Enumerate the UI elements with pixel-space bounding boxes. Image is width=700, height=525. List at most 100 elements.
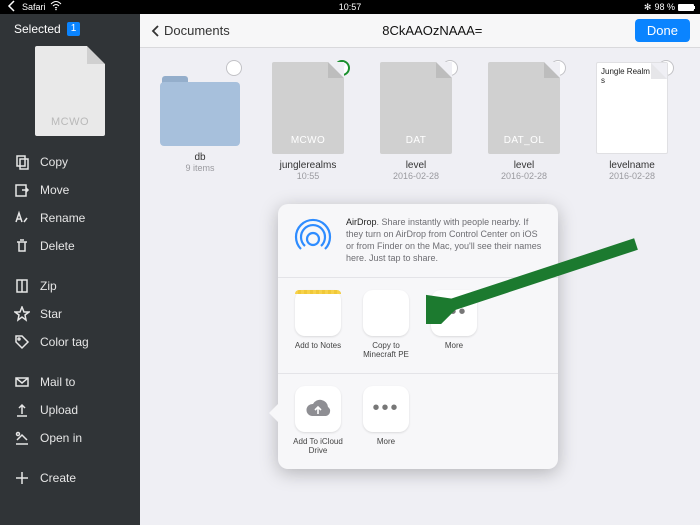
upload-icon: [14, 402, 30, 418]
share-app-more[interactable]: ••• More: [426, 290, 482, 359]
app-label: More: [377, 437, 395, 446]
file-name: level: [480, 160, 568, 171]
menu-colortag-label: Color tag: [40, 335, 89, 349]
menu-move-label: Move: [40, 183, 69, 197]
menu-openin-label: Open in: [40, 431, 82, 445]
file-sub: 2016-02-28: [609, 171, 655, 181]
file-icon: MCWO: [272, 62, 344, 154]
thumbnail-ext: MCWO: [51, 116, 89, 128]
file-ext: DAT_OL: [504, 135, 545, 146]
file-grid: db 9 items MCWO junglerealms 10:55 DAT l…: [140, 48, 700, 195]
share-action-more[interactable]: ••• More: [358, 386, 414, 455]
menu-colortag[interactable]: Color tag: [0, 328, 140, 356]
text-preview: Jungle Realms: [601, 67, 653, 85]
file-item[interactable]: DAT level 2016-02-28: [372, 62, 460, 181]
move-icon: [14, 182, 30, 198]
menu-copy-label: Copy: [40, 155, 68, 169]
share-action-icloud[interactable]: Add To iCloud Drive: [290, 386, 346, 455]
app-label: Copy to Minecraft PE: [358, 341, 414, 359]
mail-icon: [14, 374, 30, 390]
star-icon: [14, 306, 30, 322]
rename-icon: [14, 210, 30, 226]
share-sheet: AirDrop. Share instantly with people nea…: [278, 204, 558, 469]
menu-openin[interactable]: Open in: [0, 424, 140, 452]
share-app-row: Add to Notes Copy to Minecraft PE ••• Mo…: [278, 278, 558, 374]
menu-move[interactable]: Move: [0, 176, 140, 204]
share-app-minecraft[interactable]: Copy to Minecraft PE: [358, 290, 414, 359]
menu-separator: [0, 452, 140, 464]
file-item[interactable]: DAT_OL level 2016-02-28: [480, 62, 568, 181]
share-app-notes[interactable]: Add to Notes: [290, 290, 346, 359]
airdrop-icon: [290, 216, 336, 262]
file-item[interactable]: Jungle Realms levelname 2016-02-28: [588, 62, 676, 181]
done-button[interactable]: Done: [635, 19, 690, 42]
bluetooth-icon: ✻: [644, 2, 652, 13]
selected-label: Selected: [14, 22, 61, 36]
menu-star[interactable]: Star: [0, 300, 140, 328]
menu-create-label: Create: [40, 471, 76, 485]
notes-icon: [295, 290, 341, 336]
file-item[interactable]: MCWO junglerealms 10:55: [264, 62, 352, 181]
selected-count-badge: 1: [67, 22, 81, 36]
toolbar: Documents 8CkAAOzNAAA= Done: [140, 14, 700, 48]
file-name: db: [156, 152, 244, 163]
file-name: levelname: [588, 160, 676, 171]
menu-rename[interactable]: Rename: [0, 204, 140, 232]
file-name: junglerealms: [264, 160, 352, 171]
file-ext: DAT: [406, 135, 426, 146]
menu-zip[interactable]: Zip: [0, 272, 140, 300]
file-sub: 9 items: [185, 163, 214, 173]
menu-zip-label: Zip: [40, 279, 57, 293]
file-sub: 2016-02-28: [393, 171, 439, 181]
menu-rename-label: Rename: [40, 211, 85, 225]
airdrop-section[interactable]: AirDrop. Share instantly with people nea…: [278, 204, 558, 278]
folder-title: 8CkAAOzNAAA=: [230, 23, 635, 38]
app-label: More: [445, 341, 463, 350]
back-button[interactable]: Documents: [150, 23, 230, 38]
zip-icon: [14, 278, 30, 294]
chevron-left-icon: [150, 25, 162, 37]
action-menu: Copy Move Rename Delete Zip Star: [0, 144, 140, 496]
file-sub: 10:55: [297, 171, 320, 181]
folder-icon: [160, 76, 240, 146]
menu-mailto-label: Mail to: [40, 375, 75, 389]
menu-delete[interactable]: Delete: [0, 232, 140, 260]
share-action-row: Add To iCloud Drive ••• More: [278, 374, 558, 469]
tag-icon: [14, 334, 30, 350]
file-icon: DAT_OL: [488, 62, 560, 154]
icloud-icon: [295, 386, 341, 432]
file-icon: DAT: [380, 62, 452, 154]
menu-delete-label: Delete: [40, 239, 75, 253]
menu-separator: [0, 356, 140, 368]
minecraft-icon: [363, 290, 409, 336]
menu-copy[interactable]: Copy: [0, 148, 140, 176]
menu-upload-label: Upload: [40, 403, 78, 417]
file-item-folder[interactable]: db 9 items: [156, 62, 244, 181]
menu-create[interactable]: Create: [0, 464, 140, 492]
battery-percent: 98 %: [654, 2, 675, 12]
trash-icon: [14, 238, 30, 254]
statusbar-time: 10:57: [235, 2, 464, 12]
menu-upload[interactable]: Upload: [0, 396, 140, 424]
airdrop-text: AirDrop. Share instantly with people nea…: [346, 216, 546, 265]
main-panel: Documents 8CkAAOzNAAA= Done db 9 items M…: [140, 0, 700, 525]
status-bar: Safari 10:57 ✻ 98 %: [0, 0, 700, 14]
file-ext: MCWO: [291, 135, 325, 146]
airdrop-title: AirDrop: [346, 217, 377, 227]
battery-icon: [678, 4, 694, 11]
file-name: level: [372, 160, 460, 171]
file-sub: 2016-02-28: [501, 171, 547, 181]
openin-icon: [14, 430, 30, 446]
wifi-icon: [50, 1, 62, 13]
back-label: Documents: [164, 23, 230, 38]
menu-star-label: Star: [40, 307, 62, 321]
more-icon: •••: [431, 290, 477, 336]
selection-circle[interactable]: [226, 60, 242, 76]
copy-icon: [14, 154, 30, 170]
plus-icon: [14, 470, 30, 486]
sidebar: Selected 1 MCWO Copy Move Rename Delete: [0, 0, 140, 525]
menu-mailto[interactable]: Mail to: [0, 368, 140, 396]
menu-separator: [0, 260, 140, 272]
selected-file-thumbnail: MCWO: [35, 46, 105, 136]
text-file-icon: Jungle Realms: [596, 62, 668, 154]
